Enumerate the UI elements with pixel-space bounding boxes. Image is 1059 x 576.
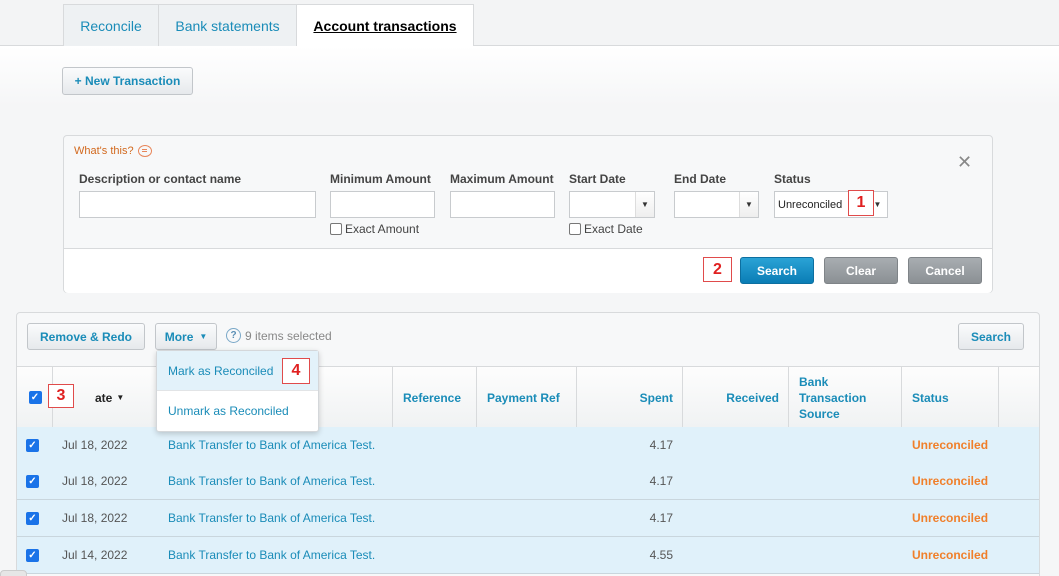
status-select-value: Unreconciled xyxy=(778,198,843,211)
row-checkbox[interactable]: ✓ xyxy=(26,474,39,488)
tab-bank-statements[interactable]: Bank statements xyxy=(158,4,297,46)
row-description[interactable]: Bank Transfer to Bank of America Test. xyxy=(168,463,375,499)
row-date: Jul 18, 2022 xyxy=(62,474,128,488)
bank-source-label: Bank Transaction Source xyxy=(799,374,867,421)
whats-this-label: What's this? xyxy=(74,145,134,157)
speech-bubble-icon xyxy=(137,145,152,157)
max-amount-label: Maximum Amount xyxy=(450,172,554,186)
column-bank-transaction-source[interactable]: Bank Transaction Source xyxy=(788,367,902,428)
min-amount-input[interactable] xyxy=(330,191,435,218)
sort-down-icon: ▼ xyxy=(116,393,125,402)
table-row[interactable]: ✓ Jul 18, 2022 Bank Transfer to Bank of … xyxy=(17,500,1039,537)
row-spent: 4.17 xyxy=(649,474,673,488)
row-spent: 4.17 xyxy=(649,511,673,525)
annotation-4: 4 xyxy=(282,358,310,384)
checkbox-icon xyxy=(569,223,581,235)
help-icon[interactable]: ? xyxy=(226,328,241,343)
column-payment-ref[interactable]: Payment Ref xyxy=(476,367,577,428)
column-spent[interactable]: Spent xyxy=(576,367,683,428)
column-actions xyxy=(998,367,1039,428)
new-transaction-button[interactable]: + New Transaction xyxy=(62,67,193,95)
table-row[interactable]: ✓ Jul 14, 2022 Bank Transfer to Bank of … xyxy=(17,537,1039,574)
exact-date-label: Exact Date xyxy=(584,222,643,236)
remove-redo-button[interactable]: Remove & Redo xyxy=(27,323,145,350)
more-button[interactable]: More ▼ xyxy=(155,323,217,350)
column-status[interactable]: Status xyxy=(901,367,999,428)
search-button[interactable]: Search xyxy=(740,257,814,284)
items-selected-text: 9 items selected xyxy=(245,328,332,343)
min-amount-label: Minimum Amount xyxy=(330,172,431,186)
annotation-1: 1 xyxy=(848,190,874,216)
end-date-picker[interactable]: ▼ xyxy=(674,191,759,218)
checkbox-icon xyxy=(330,223,342,235)
cancel-button[interactable]: Cancel xyxy=(908,257,982,284)
row-description[interactable]: Bank Transfer to Bank of America Test. xyxy=(168,500,375,536)
items-selected: ? 9 items selected xyxy=(226,328,332,343)
exact-amount-checkbox[interactable]: Exact Amount xyxy=(330,222,419,236)
row-checkbox[interactable]: ✓ xyxy=(26,548,39,562)
exact-amount-label: Exact Amount xyxy=(345,222,420,236)
select-all-checkbox[interactable]: ✓ xyxy=(28,391,42,404)
table-search-button[interactable]: Search xyxy=(958,323,1024,350)
menu-item-unmark-reconciled[interactable]: Unmark as Reconciled xyxy=(157,391,318,431)
tab-account-transactions[interactable]: Account transactions xyxy=(296,4,474,47)
exact-date-checkbox[interactable]: Exact Date xyxy=(569,222,643,236)
table-row[interactable]: ✓ Jul 18, 2022 Bank Transfer to Bank of … xyxy=(17,427,1039,464)
chevron-down-icon: ▼ xyxy=(199,332,208,341)
date-header-label: ate xyxy=(95,390,113,405)
max-amount-input[interactable] xyxy=(450,191,555,218)
annotation-3: 3 xyxy=(48,384,74,408)
row-description[interactable]: Bank Transfer to Bank of America Test. xyxy=(168,427,375,463)
row-status: Unreconciled xyxy=(912,474,989,488)
description-input[interactable] xyxy=(79,191,316,218)
row-checkbox[interactable]: ✓ xyxy=(26,438,39,452)
row-description[interactable]: Bank Transfer to Bank of America Test. xyxy=(168,537,375,573)
column-received[interactable]: Received xyxy=(682,367,789,428)
tab-reconcile[interactable]: Reconcile xyxy=(63,4,159,46)
more-label: More xyxy=(164,329,194,344)
row-date: Jul 18, 2022 xyxy=(62,438,128,452)
row-spent: 4.17 xyxy=(649,438,673,452)
description-label: Description or contact name xyxy=(79,172,242,186)
tab-bar: Reconcile Bank statements Account transa… xyxy=(0,0,1059,47)
column-reference[interactable]: Reference xyxy=(392,367,477,428)
clear-button[interactable]: Clear xyxy=(824,257,898,284)
status-label: Status xyxy=(774,172,811,186)
row-spent: 4.55 xyxy=(649,548,673,562)
row-date: Jul 14, 2022 xyxy=(62,548,128,562)
start-date-picker[interactable]: ▼ xyxy=(569,191,655,218)
row-status: Unreconciled xyxy=(912,511,989,525)
row-date: Jul 18, 2022 xyxy=(62,511,128,525)
whats-this-link[interactable]: What's this? xyxy=(74,145,152,157)
close-icon[interactable]: ✕ xyxy=(957,153,972,171)
end-date-label: End Date xyxy=(674,172,727,186)
chevron-down-icon[interactable]: ▼ xyxy=(635,192,654,217)
row-status: Unreconciled xyxy=(912,548,989,562)
annotation-2: 2 xyxy=(703,257,732,282)
start-date-label: Start Date xyxy=(569,172,626,186)
table-row[interactable]: ✓ Jul 18, 2022 Bank Transfer to Bank of … xyxy=(17,463,1039,500)
row-status: Unreconciled xyxy=(912,438,989,452)
chevron-down-icon[interactable]: ▼ xyxy=(739,192,758,217)
scrollbar[interactable] xyxy=(0,570,27,576)
row-checkbox[interactable]: ✓ xyxy=(26,511,39,525)
